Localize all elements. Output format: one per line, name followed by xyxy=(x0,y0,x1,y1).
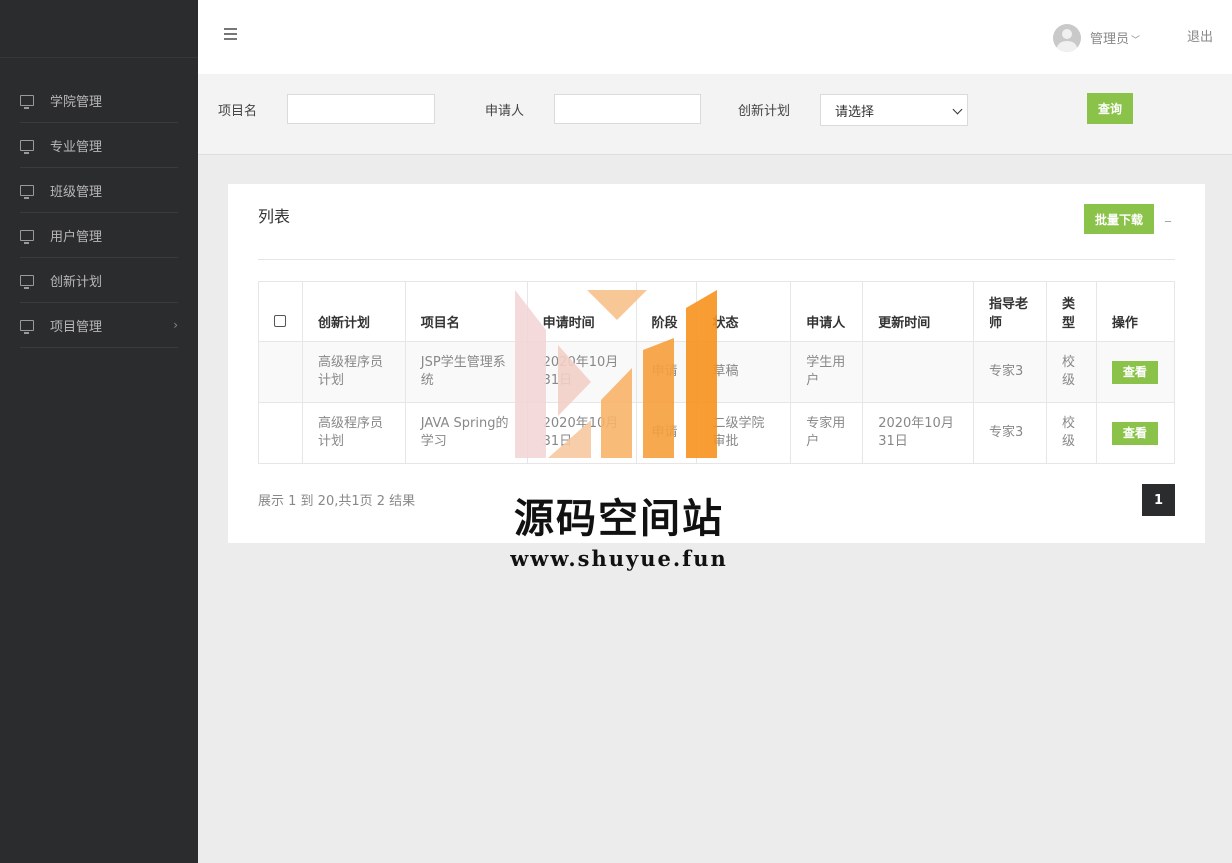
cell-type: 校级 xyxy=(1045,402,1097,464)
sidebar-item-label: 用户管理 xyxy=(50,229,103,245)
batch-download-button[interactable]: 批量下载 xyxy=(1084,204,1154,234)
monitor-icon xyxy=(20,319,34,334)
cell-status: 草稿 xyxy=(696,341,792,403)
col-header[interactable]: 申请人 xyxy=(790,281,864,342)
sidebar-item-label: 项目管理 xyxy=(50,319,103,335)
cell-teacher: 专家3 xyxy=(973,402,1047,464)
query-button[interactable]: 查询 xyxy=(1087,93,1133,124)
search-bar: 项目名 申请人 创新计划 请选择 查询 xyxy=(198,74,1232,155)
cell-stage: 申请 xyxy=(635,341,698,403)
monitor-icon xyxy=(20,184,34,199)
cell-plan: 高级程序员计划 xyxy=(301,402,406,464)
row-select-cell xyxy=(258,341,303,403)
cell-apply-time: 2020年10月31日 xyxy=(526,341,637,403)
menu-toggle-icon[interactable] xyxy=(224,28,237,43)
plan-label: 创新计划 xyxy=(738,104,791,119)
sidebar-item-label: 专业管理 xyxy=(50,139,103,155)
col-header[interactable]: 阶段 xyxy=(635,281,698,342)
col-header[interactable]: 创新计划 xyxy=(301,281,406,342)
collapse-icon[interactable]: _ xyxy=(1165,208,1171,222)
sidebar-item-label: 创新计划 xyxy=(50,274,103,290)
cell-action: 查看 xyxy=(1095,341,1176,403)
plan-select[interactable]: 请选择 xyxy=(820,94,968,126)
monitor-icon xyxy=(20,139,34,154)
chevron-down-icon xyxy=(952,104,963,115)
applicant-input[interactable] xyxy=(554,94,701,124)
user-menu[interactable]: 管理员 ﹀ xyxy=(1090,28,1140,47)
col-header[interactable]: 状态 xyxy=(696,281,792,342)
divider xyxy=(258,259,1175,260)
table-row: 高级程序员计划 JAVA Spring的学习 2020年10月31日 申请 二级… xyxy=(258,402,1176,464)
cell-teacher: 专家3 xyxy=(973,341,1047,403)
sidebar-item-major[interactable]: 专业管理 xyxy=(20,123,178,168)
cell-applicant: 专家用户 xyxy=(790,402,864,464)
avatar[interactable] xyxy=(1053,24,1081,52)
logout-link[interactable]: 退出 xyxy=(1187,26,1213,45)
sidebar-item-college[interactable]: 学院管理 xyxy=(20,78,178,123)
cell-status: 二级学院审批 xyxy=(696,402,792,464)
cell-plan: 高级程序员计划 xyxy=(301,341,406,403)
table-header-row: 创新计划 项目名 申请时间 阶段 状态 申请人 更新时间 指导老师 类型 操作 xyxy=(258,281,1176,342)
cell-update-time: 2020年10月31日 xyxy=(862,402,975,464)
cell-stage: 申请 xyxy=(635,402,698,464)
list-panel: 列表 批量下载 _ 创新计划 项目名 申请时间 阶段 状态 申请人 更新时间 指… xyxy=(228,184,1205,543)
cell-action: 查看 xyxy=(1095,402,1176,464)
cell-apply-time: 2020年10月31日 xyxy=(526,402,637,464)
cell-project: JAVA Spring的学习 xyxy=(404,402,528,464)
col-header[interactable]: 项目名 xyxy=(404,281,528,342)
sidebar-menu: 学院管理 专业管理 班级管理 用户管理 创新计划 项目管理 › xyxy=(0,78,198,348)
cell-update-time xyxy=(862,341,975,403)
sidebar-item-user[interactable]: 用户管理 xyxy=(20,213,178,258)
col-header[interactable]: 更新时间 xyxy=(862,281,975,342)
project-name-input[interactable] xyxy=(287,94,435,124)
panel-title: 列表 xyxy=(258,207,291,226)
col-header: 操作 xyxy=(1095,281,1176,342)
page-button-current[interactable]: 1 xyxy=(1142,484,1175,516)
user-name: 管理员 xyxy=(1090,32,1130,47)
select-all-cell xyxy=(258,281,303,342)
sidebar-item-label: 班级管理 xyxy=(50,184,103,200)
view-button[interactable]: 查看 xyxy=(1111,421,1158,445)
sidebar: 学院管理 专业管理 班级管理 用户管理 创新计划 项目管理 › xyxy=(0,0,198,863)
col-header[interactable]: 指导老师 xyxy=(973,281,1047,342)
cell-project: JSP学生管理系统 xyxy=(404,341,528,403)
col-header[interactable]: 申请时间 xyxy=(526,281,637,342)
applicant-label: 申请人 xyxy=(485,104,525,119)
pagination-info: 展示 1 到 20,共1页 2 结果 xyxy=(258,494,416,509)
monitor-icon xyxy=(20,229,34,244)
plan-select-value: 请选择 xyxy=(835,104,875,120)
project-name-label: 项目名 xyxy=(218,104,258,119)
cell-applicant: 学生用户 xyxy=(790,341,864,403)
sidebar-item-class[interactable]: 班级管理 xyxy=(20,168,178,213)
cell-type: 校级 xyxy=(1045,341,1097,403)
select-all-checkbox[interactable] xyxy=(274,315,286,327)
col-header[interactable]: 类型 xyxy=(1045,281,1097,342)
project-table: 创新计划 项目名 申请时间 阶段 状态 申请人 更新时间 指导老师 类型 操作 … xyxy=(258,281,1176,464)
sidebar-item-project[interactable]: 项目管理 › xyxy=(20,303,178,348)
sidebar-item-plan[interactable]: 创新计划 xyxy=(20,258,178,303)
row-select-cell xyxy=(258,402,303,464)
monitor-icon xyxy=(20,274,34,289)
table-row: 高级程序员计划 JSP学生管理系统 2020年10月31日 申请 草稿 学生用户… xyxy=(258,341,1176,403)
sidebar-logo-area xyxy=(0,0,198,58)
view-button[interactable]: 查看 xyxy=(1111,360,1158,384)
sidebar-item-label: 学院管理 xyxy=(50,94,103,110)
chevron-down-icon: ﹀ xyxy=(1131,36,1141,46)
chevron-right-icon: › xyxy=(173,318,178,332)
watermark-url: www.shuyue.fun xyxy=(510,546,728,571)
top-header: 管理员 ﹀ 退出 xyxy=(198,0,1232,74)
monitor-icon xyxy=(20,94,34,109)
